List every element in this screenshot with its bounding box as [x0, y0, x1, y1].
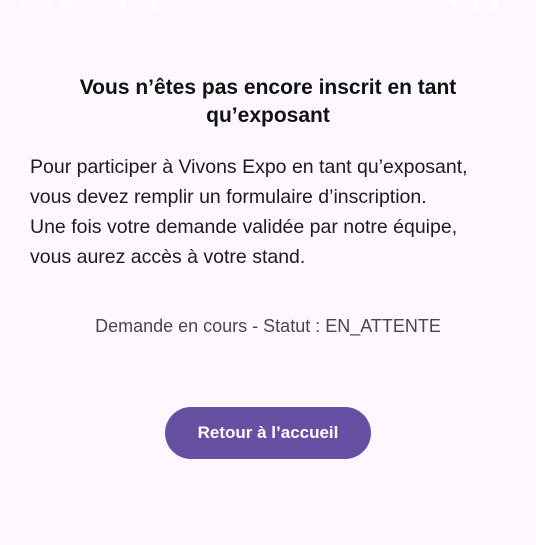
- battery-icon: ▮: [490, 0, 500, 13]
- shield-icon: ⛉: [90, 0, 103, 13]
- explanation-text: Pour participer à Vivons Expo en tant qu…: [30, 152, 510, 272]
- explanation-line: Pour participer à Vivons Expo en tant qu…: [30, 156, 468, 178]
- request-status-text: Demande en cours - Statut : EN_ATTENTE: [95, 316, 441, 336]
- page-title: Vous n’êtes pas encore inscrit en tant q…: [79, 76, 457, 127]
- signal-icon: ◢: [466, 0, 480, 13]
- explanation-line: vous devez remplir un formulaire d’inscr…: [30, 186, 427, 208]
- settings-icon: ⚙: [60, 0, 76, 13]
- location-icon: ●: [118, 0, 129, 13]
- back-to-home-button[interactable]: Retour à l’accueil: [165, 407, 371, 459]
- status-bar: 6:03 ⚙ ⛉ ● ▮ ▼ ◢ ▮: [0, 0, 536, 28]
- sd-card-icon: ▮: [150, 0, 160, 13]
- explanation-line: vous aurez accès à votre stand.: [30, 246, 306, 268]
- status-time: 6:03: [19, 0, 53, 13]
- explanation-line: Une fois votre demande validée par notre…: [30, 216, 458, 238]
- wifi-icon: ▼: [445, 0, 462, 13]
